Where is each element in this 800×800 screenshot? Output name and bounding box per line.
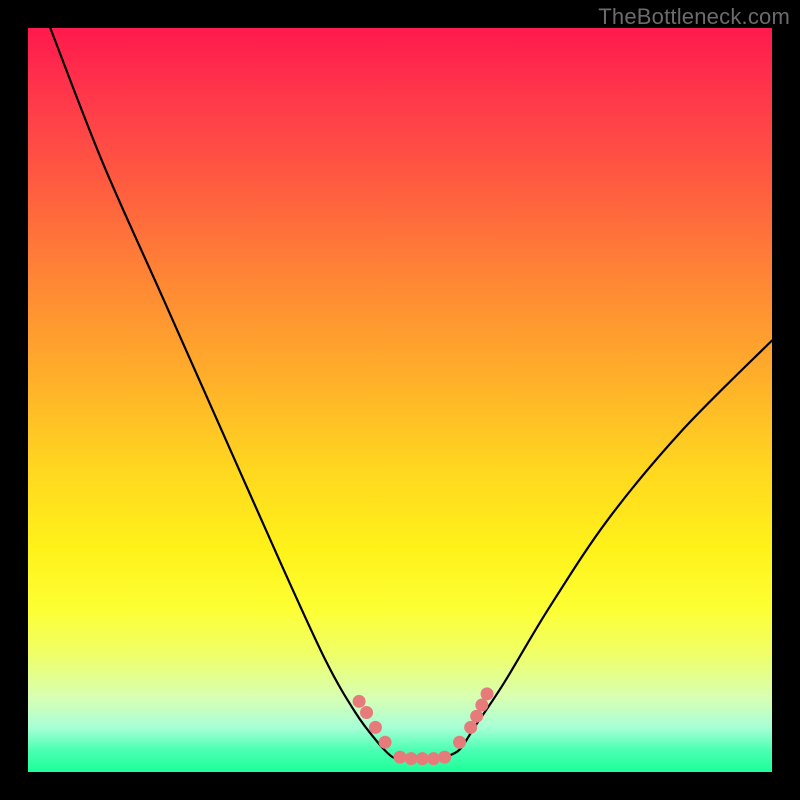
curve-group [50,28,772,758]
plateau-dot-3 [416,752,429,765]
watermark-text: TheBottleneck.com [598,4,790,30]
chart-frame: TheBottleneck.com [0,0,800,800]
curve-right [445,340,772,757]
right-cluster-1 [464,721,477,734]
plateau-dot-2 [405,752,418,765]
plateau-dot-1 [394,751,407,764]
right-cluster-4 [481,687,494,700]
left-dot-1 [353,695,366,708]
chart-svg [28,28,772,772]
curve-left [50,28,400,758]
right-cluster-3 [475,699,488,712]
left-dot-2 [360,706,373,719]
right-dot-1 [453,736,466,749]
plot-area [28,28,772,772]
plateau-dot-5 [438,751,451,764]
right-cluster-2 [470,710,483,723]
markers-group [353,687,494,765]
plateau-dot-4 [427,752,440,765]
left-dot-4 [379,736,392,749]
left-dot-3 [369,721,382,734]
